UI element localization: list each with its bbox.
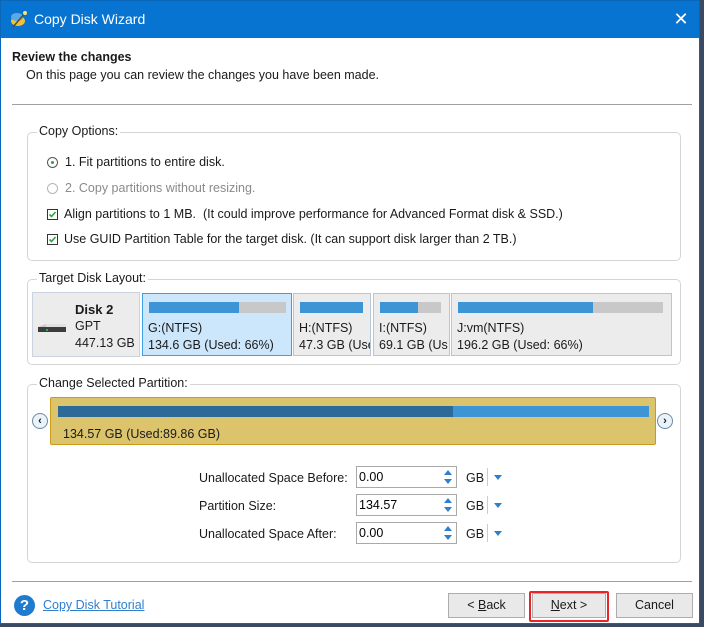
copy-disk-tutorial-link[interactable]: Copy Disk Tutorial: [43, 598, 144, 612]
checkmark-icon: [48, 235, 57, 243]
partition-info: 47.3 GB (Used: [299, 338, 370, 352]
partition-j[interactable]: J:vm(NTFS) 196.2 GB (Used: 66%): [451, 293, 672, 356]
page-title: Review the changes: [12, 50, 132, 64]
unallocated-after-input[interactable]: [359, 525, 437, 541]
spinner-icon[interactable]: [441, 496, 455, 514]
next-button[interactable]: Next >: [532, 593, 606, 618]
partition-usage-fill: [300, 302, 363, 313]
partition-name: I:(NTFS): [379, 321, 427, 335]
align-label: Align partitions to 1 MB. (It could impr…: [64, 207, 563, 221]
checkbox-checked[interactable]: [47, 208, 58, 220]
partition-usage-bar: [458, 302, 663, 313]
partition-h[interactable]: H:(NTFS) 47.3 GB (Used: [293, 293, 371, 356]
partition-usage-fill: [458, 302, 594, 313]
spinner-icon[interactable]: [441, 468, 455, 486]
help-icon[interactable]: ?: [14, 595, 35, 616]
radio-button-checked[interactable]: [47, 156, 58, 168]
previous-partition-button[interactable]: ‹: [32, 413, 48, 429]
disk-type: GPT: [75, 319, 101, 333]
unallocated-after-field[interactable]: [356, 522, 457, 544]
checkbox-use-gpt[interactable]: Use GUID Partition Table for the target …: [47, 232, 517, 246]
unit-dropdown-icon[interactable]: [487, 496, 504, 514]
partition-usage-fill: [149, 302, 240, 313]
wizard-app-icon: [11, 11, 27, 28]
change-partition-label: Change Selected Partition:: [37, 376, 190, 390]
page-subtitle: On this page you can review the changes …: [26, 68, 380, 82]
radio-fit-partitions[interactable]: 1. Fit partitions to entire disk.: [47, 155, 225, 169]
header-divider: [12, 104, 692, 105]
hard-disk-icon: [38, 324, 66, 332]
partition-usage-bar: [380, 302, 441, 313]
partition-g[interactable]: G:(NTFS) 134.6 GB (Used: 66%): [142, 293, 292, 356]
radio-copy-without-resizing[interactable]: 2. Copy partitions without resizing.: [47, 181, 255, 195]
next-partition-button[interactable]: ›: [657, 413, 673, 429]
partition-name: H:(NTFS): [299, 321, 353, 335]
back-button[interactable]: < Back: [448, 593, 525, 618]
back-rest: ack: [486, 598, 506, 612]
radio-button-unchecked[interactable]: [47, 182, 58, 194]
cancel-button[interactable]: Cancel: [616, 593, 693, 618]
partition-info: 69.1 GB (Us: [379, 338, 448, 352]
unallocated-before-input[interactable]: [359, 469, 437, 485]
gpt-label: Use GUID Partition Table for the target …: [64, 232, 517, 246]
checkbox-checked[interactable]: [47, 233, 58, 245]
radio-fit-label: 1. Fit partitions to entire disk.: [65, 155, 225, 169]
footer-divider: [12, 581, 692, 582]
next-rest: ext >: [559, 598, 588, 612]
window-title: Copy Disk Wizard: [34, 11, 146, 27]
partition-resize-handle[interactable]: 134.57 GB (Used:89.86 GB): [50, 397, 656, 445]
checkmark-icon: [48, 210, 57, 218]
partition-usage-fill: [380, 302, 419, 313]
unallocated-before-field[interactable]: [356, 466, 457, 488]
unallocated-before-label: Unallocated Space Before:: [199, 471, 348, 485]
target-disk-layout-label: Target Disk Layout:: [37, 271, 148, 285]
unit-dropdown-icon[interactable]: [487, 524, 504, 542]
copy-options-label: Copy Options:: [37, 124, 121, 138]
partition-used-fill: [58, 406, 453, 417]
partition-resize-bar[interactable]: [58, 406, 649, 417]
checkbox-align-1mb[interactable]: Align partitions to 1 MB. (It could impr…: [47, 207, 563, 221]
partition-name: G:(NTFS): [148, 321, 203, 335]
unallocated-after-label: Unallocated Space After:: [199, 527, 337, 541]
unit-label: GB: [466, 471, 485, 485]
disk-name: Disk 2: [75, 302, 114, 317]
copy-disk-wizard-dialog: Copy Disk Wizard ✕ Review the changes On…: [0, 0, 700, 624]
close-icon[interactable]: ✕: [669, 7, 693, 31]
partition-usage-bar: [300, 302, 363, 313]
partition-info: 196.2 GB (Used: 66%): [457, 338, 583, 352]
title-bar: Copy Disk Wizard ✕: [1, 1, 699, 38]
partition-size-label: Partition Size:: [199, 499, 277, 513]
partition-size-input[interactable]: [359, 497, 437, 513]
disk-info-card[interactable]: Disk 2 GPT 447.13 GB: [32, 292, 140, 357]
unit-dropdown-icon[interactable]: [487, 468, 504, 486]
radio-no-resize-label: 2. Copy partitions without resizing.: [65, 181, 256, 195]
unit-label: GB: [466, 527, 485, 541]
partition-usage-bar: [149, 302, 286, 313]
disk-size: 447.13 GB: [75, 336, 135, 350]
partition-info: 134.6 GB (Used: 66%): [148, 338, 274, 352]
partition-i[interactable]: I:(NTFS) 69.1 GB (Us: [373, 293, 450, 356]
spinner-icon[interactable]: [441, 524, 455, 542]
back-prefix: <: [467, 598, 478, 612]
next-accel: N: [550, 598, 560, 612]
partition-name: J:vm(NTFS): [457, 321, 525, 335]
partition-summary: 134.57 GB (Used:89.86 GB): [63, 427, 221, 441]
unit-label: GB: [466, 499, 485, 513]
partition-size-field[interactable]: [356, 494, 457, 516]
